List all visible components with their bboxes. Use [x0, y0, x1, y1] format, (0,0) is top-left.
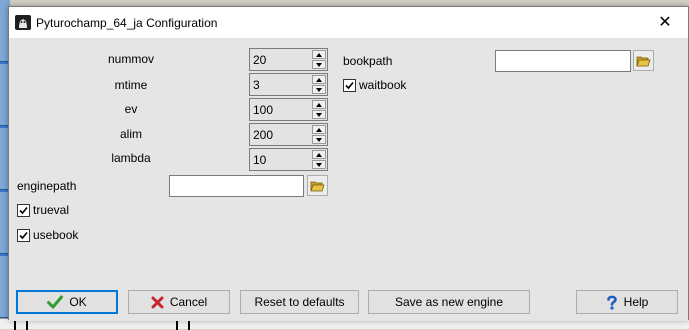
reset-to-defaults-button[interactable]: Reset to defaults — [240, 290, 359, 314]
close-button[interactable]: ✕ — [642, 7, 688, 38]
spin-up-button[interactable] — [312, 125, 326, 134]
blue-question-icon — [606, 295, 618, 310]
nummov-spinbox[interactable]: 20 — [249, 48, 328, 71]
close-icon: ✕ — [658, 14, 672, 31]
spin-up-button[interactable] — [312, 150, 326, 159]
bookpath-browse-button[interactable] — [633, 50, 654, 71]
title-bar[interactable]: Pyturochamp_64_ja Configuration ✕ — [9, 7, 688, 38]
checkmark-icon — [19, 231, 28, 239]
checkmark-icon — [345, 81, 354, 89]
lambda-spinbox[interactable]: 10 — [249, 148, 328, 171]
chevron-up-icon — [316, 77, 322, 82]
spin-down-button[interactable] — [312, 85, 326, 94]
chevron-down-icon — [316, 112, 322, 117]
ev-label: ev — [124, 102, 138, 116]
enginepath-input[interactable] — [169, 175, 304, 197]
checkmark-icon — [19, 206, 28, 214]
spin-up-button[interactable] — [312, 75, 326, 84]
alim-label: alim — [119, 127, 142, 141]
configuration-dialog: Pyturochamp_64_ja Configuration ✕ nummov… — [8, 6, 689, 321]
nummov-label: nummov — [107, 52, 154, 66]
spin-down-button[interactable] — [312, 110, 326, 119]
ev-spinbox[interactable]: 100 — [249, 98, 328, 121]
chevron-down-icon — [316, 87, 322, 92]
mtime-spinbox[interactable]: 3 — [249, 73, 328, 96]
spin-down-button[interactable] — [312, 160, 326, 169]
enginepath-label: enginepath — [17, 179, 77, 193]
app-chess-icon — [15, 15, 31, 30]
spin-up-button[interactable] — [312, 50, 326, 59]
lambda-label: lambda — [111, 151, 151, 165]
alim-value[interactable]: 200 — [253, 128, 273, 142]
usebook-checkbox[interactable]: usebook — [17, 228, 78, 242]
green-check-icon — [47, 295, 64, 309]
checkbox-box[interactable] — [17, 203, 30, 217]
waitbook-checkbox[interactable]: waitbook — [343, 78, 406, 92]
save-as-new-engine-button[interactable]: Save as new engine — [368, 290, 530, 314]
save-as-new-label: Save as new engine — [394, 295, 504, 309]
chevron-up-icon — [316, 102, 322, 107]
cancel-button[interactable]: Cancel — [128, 290, 230, 314]
enginepath-browse-button[interactable] — [307, 175, 328, 196]
ok-button[interactable]: OK — [16, 290, 118, 314]
checkbox-box[interactable] — [17, 228, 30, 242]
reset-label: Reset to defaults — [254, 295, 345, 309]
spin-up-button[interactable] — [312, 100, 326, 109]
chevron-down-icon — [316, 162, 322, 167]
checkbox-box[interactable] — [343, 78, 356, 92]
bookpath-input[interactable] — [495, 50, 631, 72]
folder-open-icon — [310, 181, 325, 191]
alim-spinbox[interactable]: 200 — [249, 123, 328, 146]
spin-down-button[interactable] — [312, 135, 326, 144]
dialog-body: nummov mtime ev alim lambda 20 3 100 200… — [9, 38, 688, 321]
nummov-value[interactable]: 20 — [253, 53, 266, 67]
usebook-label: usebook — [33, 228, 79, 242]
ev-value[interactable]: 100 — [253, 103, 273, 117]
chevron-up-icon — [316, 127, 322, 132]
waitbook-label: waitbook — [359, 78, 407, 92]
spin-down-button[interactable] — [312, 60, 326, 69]
mtime-value[interactable]: 3 — [253, 78, 260, 92]
mtime-label: mtime — [114, 78, 148, 92]
lambda-value[interactable]: 10 — [253, 153, 266, 167]
help-label: Help — [623, 295, 649, 309]
trueval-label: trueval — [33, 203, 70, 217]
window-title: Pyturochamp_64_ja Configuration — [36, 16, 218, 30]
help-button[interactable]: Help — [576, 290, 678, 314]
folder-open-icon — [636, 56, 651, 66]
chevron-up-icon — [316, 152, 322, 157]
cancel-label: Cancel — [169, 295, 208, 309]
trueval-checkbox[interactable]: trueval — [17, 203, 69, 217]
chevron-down-icon — [316, 62, 322, 67]
ok-label: OK — [69, 295, 87, 309]
chevron-up-icon — [316, 52, 322, 57]
chevron-down-icon — [316, 137, 322, 142]
red-x-icon — [151, 296, 164, 309]
bookpath-label: bookpath — [343, 54, 393, 68]
